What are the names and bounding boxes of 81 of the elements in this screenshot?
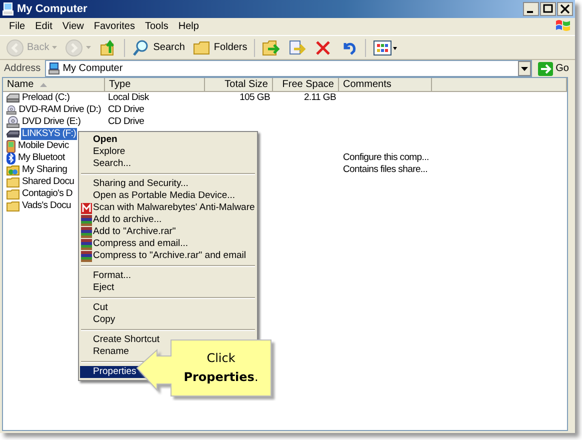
views-icon [373, 38, 400, 56]
file-name[interactable]: Shared Docu [21, 176, 76, 188]
context-menu-item[interactable]: Sharing and Security... [80, 178, 256, 190]
bluetooth-icon [6, 152, 16, 164]
context-menu-item[interactable]: Explore [80, 146, 256, 158]
computer-icon [48, 62, 60, 75]
file-name[interactable]: DVD Drive (E:) [21, 116, 82, 128]
file-name[interactable]: Vads's Docu [21, 200, 72, 212]
context-menu-item[interactable]: Scan with Malwarebytes' Anti-Malware [80, 202, 256, 214]
context-menu-item[interactable]: Format... [80, 270, 256, 282]
column-header[interactable]: Free Space [273, 78, 339, 91]
context-menu-item[interactable]: Compress to "Archive.rar" and email [80, 250, 256, 262]
context-menu-item[interactable]: Open [80, 134, 256, 146]
context-menu-item[interactable]: Search... [80, 158, 256, 170]
column-header[interactable]: Type [105, 78, 205, 91]
file-name[interactable]: My Bluetoot [17, 152, 66, 164]
maximize-button[interactable] [540, 2, 556, 16]
type-cell: Local Disk [108, 92, 149, 103]
file-name[interactable]: Mobile Devic [17, 140, 70, 152]
column-header[interactable]: Total Size [205, 78, 273, 91]
file-name[interactable]: LINKSYS (F:) [21, 128, 77, 140]
file-name[interactable]: DVD-RAM Drive (D:) [18, 104, 102, 116]
context-menu-item[interactable]: Cut [80, 302, 256, 314]
free-space-cell: 2.11 GB [304, 92, 336, 103]
callout-text: Click Properties. [182, 350, 260, 386]
search-button[interactable]: Search [129, 38, 188, 58]
address-label: Address [4, 63, 41, 74]
copy-to-folder-icon [288, 38, 306, 56]
file-name[interactable]: Contagio's D [21, 188, 74, 200]
search-icon [132, 38, 150, 56]
type-cell: CD Drive [108, 104, 144, 115]
type-cell: CD Drive [108, 116, 144, 127]
phone-icon [6, 140, 16, 152]
column-header[interactable]: Comments [339, 78, 432, 91]
archive-icon [81, 250, 92, 262]
menu-item[interactable]: File [4, 20, 30, 33]
caret-icon [520, 66, 528, 70]
menu-item[interactable]: Help [173, 20, 204, 33]
context-menu-item[interactable]: Compress and email... [80, 238, 256, 250]
caret-icon [86, 46, 92, 49]
menu-item[interactable]: Tools [140, 20, 174, 33]
sort-arrow-icon [40, 82, 47, 86]
file-name[interactable]: My Sharing [21, 164, 68, 176]
disc-drive-icon [6, 116, 20, 128]
hard-drive-icon [6, 93, 20, 103]
delete-icon [314, 38, 332, 56]
comment-cell: Contains files share... [343, 164, 428, 175]
context-menu-item[interactable]: Open as Portable Media Device... [80, 190, 256, 202]
menu-item[interactable]: Edit [30, 20, 58, 33]
file-name[interactable]: Preload (C:) [21, 92, 71, 104]
removable-drive-icon [6, 130, 20, 138]
archive-icon [81, 238, 92, 250]
minimize-button[interactable] [523, 2, 539, 16]
folder-icon [6, 176, 20, 188]
menu-item[interactable]: View [57, 20, 89, 33]
dropdown-button[interactable] [518, 61, 531, 76]
address-field[interactable]: My Computer [44, 60, 532, 77]
menu-item[interactable]: Favorites [88, 20, 140, 33]
shared-folder-icon [6, 164, 20, 176]
move-to-folder-icon [262, 38, 280, 56]
column-header[interactable]: Name [3, 78, 105, 91]
context-menu-item[interactable]: Copy [80, 314, 256, 326]
folder-icon [6, 188, 20, 200]
archive-icon [81, 226, 92, 238]
context-menu-item[interactable]: Eject [80, 282, 256, 294]
shield-icon [81, 202, 92, 214]
flag-logo-icon [555, 19, 571, 33]
disc-drive-icon [6, 104, 17, 116]
folder-icon [6, 200, 20, 212]
archive-icon [81, 214, 92, 226]
folder-icon [192, 38, 211, 56]
size-cell: 105 GB [240, 92, 270, 103]
computer-icon [2, 2, 14, 16]
folders-button[interactable]: Folders [190, 38, 250, 58]
close-button[interactable] [557, 2, 573, 16]
context-menu-item[interactable]: Add to archive... [80, 214, 256, 226]
context-menu-item[interactable]: Add to "Archive.rar" [80, 226, 256, 238]
comment-cell: Configure this comp... [343, 152, 429, 163]
go-button[interactable]: Go [536, 62, 571, 76]
caret-icon [52, 46, 58, 49]
window-title: My Computer [17, 3, 88, 15]
